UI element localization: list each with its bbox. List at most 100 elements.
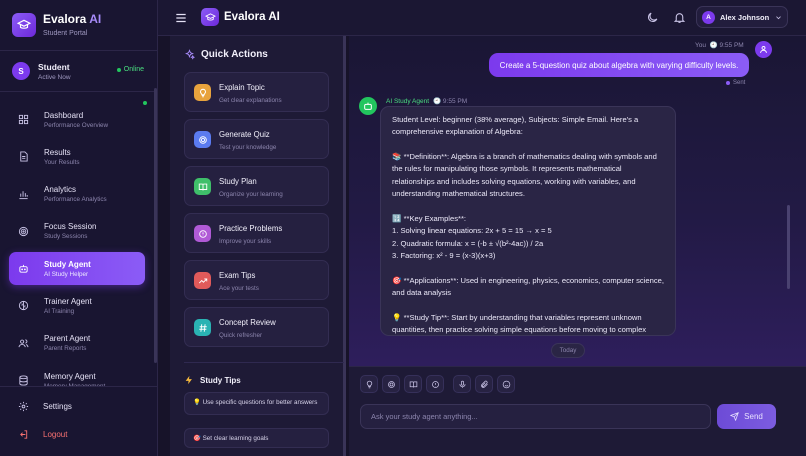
quick-action-study-plan[interactable]: Study Plan Organize your learning [184, 166, 329, 206]
send-button[interactable]: Send [717, 404, 776, 429]
users-icon [18, 339, 29, 348]
graduation-cap-icon [12, 12, 36, 37]
sidebar-item-focus-session[interactable]: Focus Session Study Sessions [9, 215, 145, 248]
sidebar-item-label: Study Agent [44, 259, 91, 269]
quick-action-practice-problems[interactable]: Practice Problems Improve your skills [184, 213, 329, 253]
logout-icon [20, 430, 28, 439]
brain-icon [18, 301, 29, 311]
quick-action-title: Generate Quiz [219, 130, 270, 139]
sidebar-item-sub: Parent Reports [44, 345, 87, 353]
quick-action-sub: Organize your learning [219, 191, 283, 198]
sidebar-item-label: Analytics [44, 185, 77, 195]
sidebar-nav: Dashboard Performance Overview Results You… [9, 103, 145, 401]
quick-action-explain-topic[interactable]: Explain Topic Get clear explanations [184, 72, 329, 112]
sidebar: Evalora AI Student Portal S Student Acti… [0, 0, 158, 456]
user-status: Active Now [38, 73, 71, 81]
book-icon[interactable] [404, 375, 422, 393]
study-tips-header: Study Tips [184, 375, 241, 385]
sidebar-item-sub: Performance Overview [44, 121, 109, 129]
sidebar-item-study-agent[interactable]: Study Agent AI Study Helper [9, 252, 145, 286]
gear-icon [18, 401, 29, 412]
hash-icon [194, 319, 211, 336]
bell-icon[interactable] [673, 11, 686, 24]
divider [184, 362, 344, 363]
bot-message-paragraph: 🎯 **Applications**: Used in engineering,… [392, 275, 664, 298]
sparkles-icon [185, 49, 195, 60]
study-tip: 💡 Use specific questions for better answ… [184, 392, 329, 415]
paperclip-icon[interactable] [475, 375, 493, 393]
bot-message-paragraph: Student Level: beginner (38% average), S… [392, 115, 639, 137]
sidebar-footer: Settings Logout [0, 386, 157, 456]
bot-message-paragraph: 💡 **Study Tip**: Start by understanding … [392, 312, 647, 335]
database-icon [19, 375, 28, 386]
bot-message-paragraph: 📚 **Definition**: Algebra is a branch of… [392, 152, 657, 199]
sidebar-item-trainer-agent[interactable]: Trainer Agent AI Training [9, 289, 145, 322]
logout-button[interactable]: Logout [18, 429, 67, 440]
quick-action-title: Concept Review [219, 318, 276, 327]
quick-action-sub: Get clear explanations [219, 97, 282, 104]
brand-subtitle: Student Portal [43, 30, 88, 37]
chat-input[interactable] [360, 404, 711, 429]
online-badge: Online [116, 66, 144, 73]
top-bar: Evalora AI A Alex Johnson [158, 0, 806, 36]
target-icon[interactable] [382, 375, 400, 393]
brand[interactable]: Evalora AI Student Portal [12, 12, 101, 37]
quick-action-concept-review[interactable]: Concept Review Quick refresher [184, 307, 329, 347]
sent-dot-icon [726, 81, 730, 85]
robot-icon [19, 265, 28, 273]
user-profile[interactable]: S Student Active Now Online [12, 60, 146, 82]
robot-icon [359, 97, 377, 115]
avatar: A [702, 10, 715, 24]
sidebar-item-label: Memory Agent [44, 371, 96, 381]
settings-button[interactable]: Settings [18, 401, 72, 412]
lightning-icon [185, 375, 192, 385]
lightbulb-icon[interactable] [360, 375, 378, 393]
sidebar-item-sub: AI Study Helper [44, 270, 89, 278]
hamburger-menu-icon[interactable] [174, 11, 188, 25]
sidebar-item-analytics[interactable]: Analytics Performance Analytics [9, 178, 145, 211]
moon-icon[interactable] [646, 11, 659, 24]
book-icon [194, 178, 211, 195]
sidebar-item-sub: Your Results [44, 158, 80, 166]
chevron-down-icon [776, 15, 782, 19]
chat-scrollbar[interactable] [787, 205, 790, 289]
smile-icon[interactable] [497, 375, 515, 393]
sidebar-item-sub: AI Training [44, 307, 75, 315]
study-tip: 🎯 Set clear learning goals [184, 428, 329, 448]
quick-action-title: Practice Problems [219, 224, 283, 233]
sidebar-item-sub: Performance Analytics [44, 196, 107, 204]
sidebar-item-label: Focus Session [44, 222, 97, 232]
quick-action-sub: Improve your skills [219, 238, 272, 245]
sidebar-item-label: Results [44, 147, 71, 157]
sidebar-item-parent-agent[interactable]: Parent Agent Parent Reports [9, 327, 145, 360]
avatar: S [12, 62, 30, 80]
sent-status: Sent [726, 80, 745, 86]
exclamation-icon[interactable] [426, 375, 444, 393]
sidebar-item-dashboard[interactable]: Dashboard Performance Overview [9, 103, 145, 136]
sidebar-item-sub: Study Sessions [44, 233, 88, 241]
microphone-icon[interactable] [453, 375, 471, 393]
bot-message-meta: AI Study Agent 🕘 9:55 PM [386, 98, 468, 105]
send-icon [730, 412, 740, 421]
bot-message-paragraph: 🔢 **Key Examples**: 1. Solving linear eq… [392, 213, 552, 260]
grid-icon [18, 114, 29, 125]
sidebar-scrollbar[interactable] [154, 88, 157, 363]
study-tips-title: Study Tips [200, 375, 241, 385]
online-dot-icon [116, 67, 121, 72]
quick-action-sub: Quick refresher [219, 332, 263, 339]
user-avatar-icon [755, 41, 772, 58]
divider [0, 91, 158, 92]
quick-action-title: Explain Topic [219, 83, 265, 92]
quick-action-sub: Ace your tests [219, 285, 259, 292]
divider [0, 50, 158, 51]
lightbulb-icon [194, 84, 211, 101]
target-icon [194, 131, 211, 148]
sidebar-item-results[interactable]: Results Your Results [9, 140, 145, 173]
quick-actions-header: Quick Actions [184, 49, 268, 60]
user-name: Student [38, 61, 70, 72]
quick-action-generate-quiz[interactable]: Generate Quiz Test your knowledge [184, 119, 329, 159]
date-divider: Today [551, 343, 585, 358]
account-menu[interactable]: A Alex Johnson [696, 6, 788, 28]
quick-actions-title: Quick Actions [201, 49, 268, 60]
quick-action-exam-tips[interactable]: Exam Tips Ace your tests [184, 260, 329, 300]
